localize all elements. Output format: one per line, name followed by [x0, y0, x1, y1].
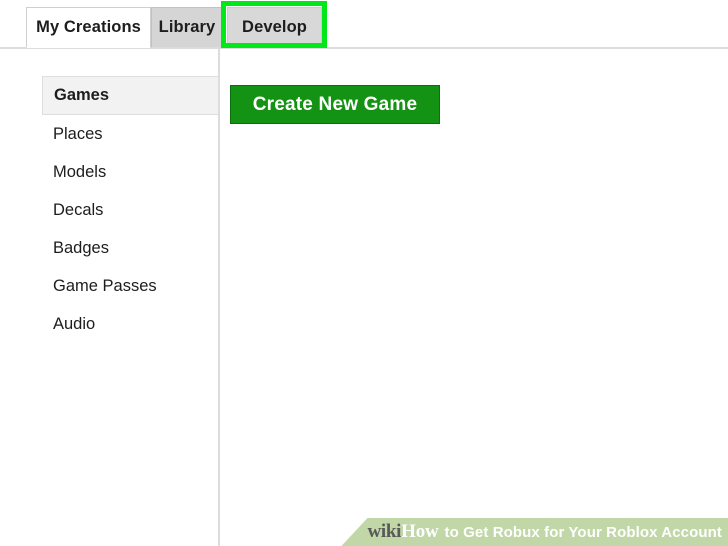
tab-my-creations[interactable]: My Creations — [26, 7, 151, 48]
create-new-game-button[interactable]: Create New Game — [230, 85, 440, 124]
sidebar-item-decals[interactable]: Decals — [42, 191, 219, 229]
sidebar-item-places[interactable]: Places — [42, 115, 219, 153]
main-content-panel: Create New Game — [230, 85, 728, 546]
wikihow-brand-wiki: wiki — [367, 521, 402, 542]
sidebar-item-label: Games — [54, 86, 110, 104]
wikihow-article-title: to Get Robux for Your Roblox Account — [444, 523, 722, 541]
sidebar-item-label: Places — [53, 124, 103, 143]
tab-develop[interactable]: Develop — [227, 7, 322, 47]
sidebar-item-label: Game Passes — [53, 276, 157, 295]
sidebar-item-audio[interactable]: Audio — [42, 305, 219, 343]
tab-bar: My Creations Library Develop — [0, 0, 728, 49]
tab-develop-label: Develop — [242, 17, 307, 36]
sidebar-item-models[interactable]: Models — [42, 153, 219, 191]
sidebar-item-label: Decals — [53, 200, 104, 219]
wikihow-brand-how: How — [401, 521, 439, 542]
sidebar: Games Places Models Decals Badges Game P… — [42, 76, 219, 343]
tab-library[interactable]: Library — [151, 7, 223, 48]
sidebar-item-label: Badges — [53, 238, 109, 257]
tab-library-label: Library — [158, 18, 216, 36]
sidebar-item-games[interactable]: Games — [42, 76, 219, 115]
tab-my-creations-label: My Creations — [36, 18, 141, 36]
sidebar-item-label: Audio — [53, 314, 96, 333]
sidebar-item-label: Models — [53, 162, 107, 181]
sidebar-item-game-passes[interactable]: Game Passes — [42, 267, 219, 305]
wikihow-watermark: wiki How to Get Robux for Your Roblox Acc… — [341, 518, 728, 546]
create-new-game-button-label: Create New Game — [252, 93, 418, 115]
sidebar-item-badges[interactable]: Badges — [42, 229, 219, 267]
